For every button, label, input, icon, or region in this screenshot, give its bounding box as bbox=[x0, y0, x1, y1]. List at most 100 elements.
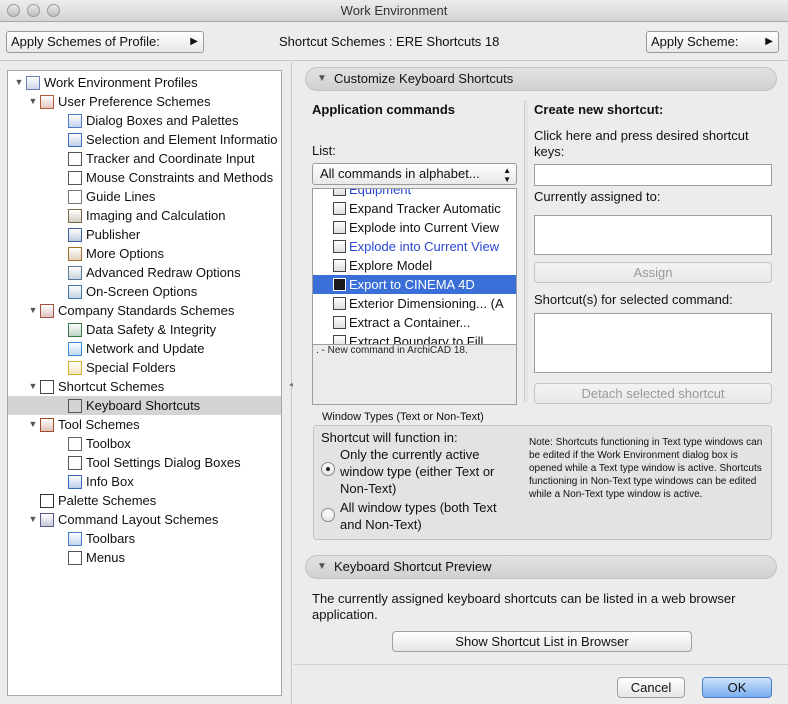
tree-item-network[interactable]: Network and Update bbox=[8, 339, 281, 358]
option-all-windows-label: All window types (both Text and Non-Text… bbox=[340, 500, 497, 532]
zoom-window-button[interactable] bbox=[47, 4, 60, 17]
command-item[interactable]: Extract a Container... bbox=[313, 313, 516, 332]
tree-item-label: Selection and Element Informatio bbox=[86, 132, 278, 147]
extract-boundary-icon bbox=[333, 335, 346, 344]
apply-scheme-label: Apply Scheme: bbox=[651, 34, 739, 49]
tree-item-mouse[interactable]: Mouse Constraints and Methods bbox=[8, 168, 281, 187]
function-label: Shortcut will function in: bbox=[321, 430, 458, 445]
tree-item-menus[interactable]: Menus bbox=[8, 548, 281, 567]
popup-arrow-icon: ▶ bbox=[765, 36, 773, 47]
options-icon bbox=[68, 247, 82, 261]
tree-item-palette[interactable]: Palette Schemes bbox=[8, 491, 281, 510]
expand-triangle-icon[interactable]: ▼ bbox=[28, 301, 38, 320]
tree-item-profiles[interactable]: ▼ Work Environment Profiles bbox=[8, 73, 281, 92]
command-label: Extract Boundary to Fill bbox=[349, 334, 484, 344]
updown-arrow-icon: ▲ ▼ bbox=[503, 166, 511, 184]
tree-item-folder[interactable]: Special Folders bbox=[8, 358, 281, 377]
profiles-icon bbox=[26, 76, 40, 90]
command-item[interactable]: Explode into Current View bbox=[313, 237, 516, 256]
preview-section-header[interactable]: ▼ Keyboard Shortcut Preview bbox=[305, 555, 777, 579]
palette-icon bbox=[40, 494, 54, 508]
tree-item-label: Command Layout Schemes bbox=[58, 512, 219, 527]
tree-item-company[interactable]: ▼ Company Standards Schemes bbox=[8, 301, 281, 320]
selected-shortcuts-list[interactable] bbox=[534, 313, 772, 373]
expand-triangle-icon[interactable]: ▼ bbox=[28, 415, 38, 434]
expand-tracker-icon bbox=[333, 202, 346, 215]
tree-item-onscreen[interactable]: On-Screen Options bbox=[8, 282, 281, 301]
tree-item-label: Tool Settings Dialog Boxes bbox=[86, 455, 241, 470]
tree-item-label: Keyboard Shortcuts bbox=[86, 398, 201, 413]
imaging-icon bbox=[68, 209, 82, 223]
tree-item-imaging[interactable]: Imaging and Calculation bbox=[8, 206, 281, 225]
extract-container-icon bbox=[333, 316, 346, 329]
tree-item-toolbox[interactable]: Toolbox bbox=[8, 434, 281, 453]
tree-item-user-prefs[interactable]: ▼ User Preference Schemes bbox=[8, 92, 281, 111]
tree-item-keyboard[interactable]: Keyboard Shortcuts bbox=[8, 396, 281, 415]
tree-item-label: Special Folders bbox=[86, 360, 176, 375]
list-filter-popup[interactable]: All commands in alphabet... ▲ ▼ bbox=[312, 163, 517, 185]
apply-profile-popup[interactable]: Apply Schemes of Profile: ▶ bbox=[6, 31, 204, 53]
tree-item-safety[interactable]: Data Safety & Integrity bbox=[8, 320, 281, 339]
minimize-window-button[interactable] bbox=[27, 4, 40, 17]
preview-description: The currently assigned keyboard shortcut… bbox=[312, 591, 736, 622]
tree-item-label: Imaging and Calculation bbox=[86, 208, 226, 223]
tree-item-tracker[interactable]: Tracker and Coordinate Input bbox=[8, 149, 281, 168]
command-item[interactable]: Expand Tracker Automatic bbox=[313, 199, 516, 218]
command-list[interactable]: Equipment Expand Tracker Automatic Explode… bbox=[312, 188, 517, 405]
radio-all-window-types[interactable] bbox=[321, 508, 335, 522]
expand-triangle-icon[interactable]: ▼ bbox=[28, 92, 38, 111]
tree-item-label: Data Safety & Integrity bbox=[86, 322, 217, 337]
command-label: Expand Tracker Automatic bbox=[349, 201, 501, 216]
tree-item-info-box[interactable]: Info Box bbox=[8, 472, 281, 491]
cancel-button[interactable]: Cancel bbox=[617, 677, 685, 698]
customize-section-header[interactable]: ▼ Customize Keyboard Shortcuts bbox=[305, 67, 777, 91]
list-label: List: bbox=[312, 143, 336, 158]
tree-item-guide-lines[interactable]: Guide Lines bbox=[8, 187, 281, 206]
expand-triangle-icon[interactable]: ▼ bbox=[14, 73, 24, 92]
assigned-to-box bbox=[534, 215, 772, 255]
tree-item-toolbars[interactable]: Toolbars bbox=[8, 529, 281, 548]
redraw-icon bbox=[68, 266, 82, 280]
user-prefs-icon bbox=[40, 95, 54, 109]
expand-triangle-icon[interactable]: ▼ bbox=[28, 377, 38, 396]
disclosure-triangle-icon: ▼ bbox=[317, 73, 327, 84]
show-shortcut-list-button[interactable]: Show Shortcut List in Browser bbox=[392, 631, 692, 652]
detach-shortcut-button[interactable]: Detach selected shortcut bbox=[534, 383, 772, 404]
close-window-button[interactable] bbox=[7, 4, 20, 17]
tree-item-tool-schemes[interactable]: ▼ Tool Schemes bbox=[8, 415, 281, 434]
ok-button[interactable]: OK bbox=[702, 677, 772, 698]
command-item[interactable]: Equipment bbox=[313, 189, 516, 199]
tree-item-selection[interactable]: Selection and Element Informatio bbox=[8, 130, 281, 149]
create-shortcut-title: Create new shortcut: bbox=[534, 102, 664, 117]
keyboard-icon bbox=[68, 399, 82, 413]
assign-button[interactable]: Assign bbox=[534, 262, 772, 283]
command-item[interactable]: Extract Boundary to Fill bbox=[313, 332, 516, 344]
tree-item-command-layout[interactable]: ▼ Command Layout Schemes bbox=[8, 510, 281, 529]
command-item[interactable]: Exterior Dimensioning... (A bbox=[313, 294, 516, 313]
tree-item-label: Toolbox bbox=[86, 436, 131, 451]
selected-shortcuts-label: Shortcut(s) for selected command: bbox=[534, 292, 733, 307]
shortcut-capture-field[interactable] bbox=[534, 164, 772, 186]
tree-item-tool-settings[interactable]: Tool Settings Dialog Boxes bbox=[8, 453, 281, 472]
tree-item-label: Dialog Boxes and Palettes bbox=[86, 113, 239, 128]
apply-scheme-popup[interactable]: Apply Scheme: ▶ bbox=[646, 31, 779, 53]
command-item[interactable]: Explore Model bbox=[313, 256, 516, 275]
command-item[interactable]: Explode into Current View bbox=[313, 218, 516, 237]
company-icon bbox=[40, 304, 54, 318]
tree-item-options[interactable]: More Options bbox=[8, 244, 281, 263]
command-item[interactable]: Export to CINEMA 4D bbox=[313, 275, 516, 294]
tree-item-publisher[interactable]: Publisher bbox=[8, 225, 281, 244]
create-shortcut-hint: Click here and press desired shortcut ke… bbox=[534, 128, 749, 159]
tree-item-redraw[interactable]: Advanced Redraw Options bbox=[8, 263, 281, 282]
tree-item-label: Palette Schemes bbox=[58, 493, 157, 508]
radio-active-window-type[interactable] bbox=[321, 462, 335, 476]
expand-triangle-icon[interactable]: ▼ bbox=[28, 510, 38, 529]
tree-item-dialog[interactable]: Dialog Boxes and Palettes bbox=[8, 111, 281, 130]
tree-item-label: Menus bbox=[86, 550, 126, 565]
onscreen-icon bbox=[68, 285, 82, 299]
popup-arrow-icon: ▶ bbox=[190, 36, 198, 47]
profile-tree[interactable]: ▼ Work Environment Profiles ▼ User Preferen… bbox=[7, 70, 282, 696]
list-filter-value: All commands in alphabet... bbox=[320, 166, 480, 181]
tree-item-shortcut-schemes[interactable]: ▼ Shortcut Schemes bbox=[8, 377, 281, 396]
window-types-title: Window Types (Text or Non-Text) bbox=[322, 411, 484, 423]
